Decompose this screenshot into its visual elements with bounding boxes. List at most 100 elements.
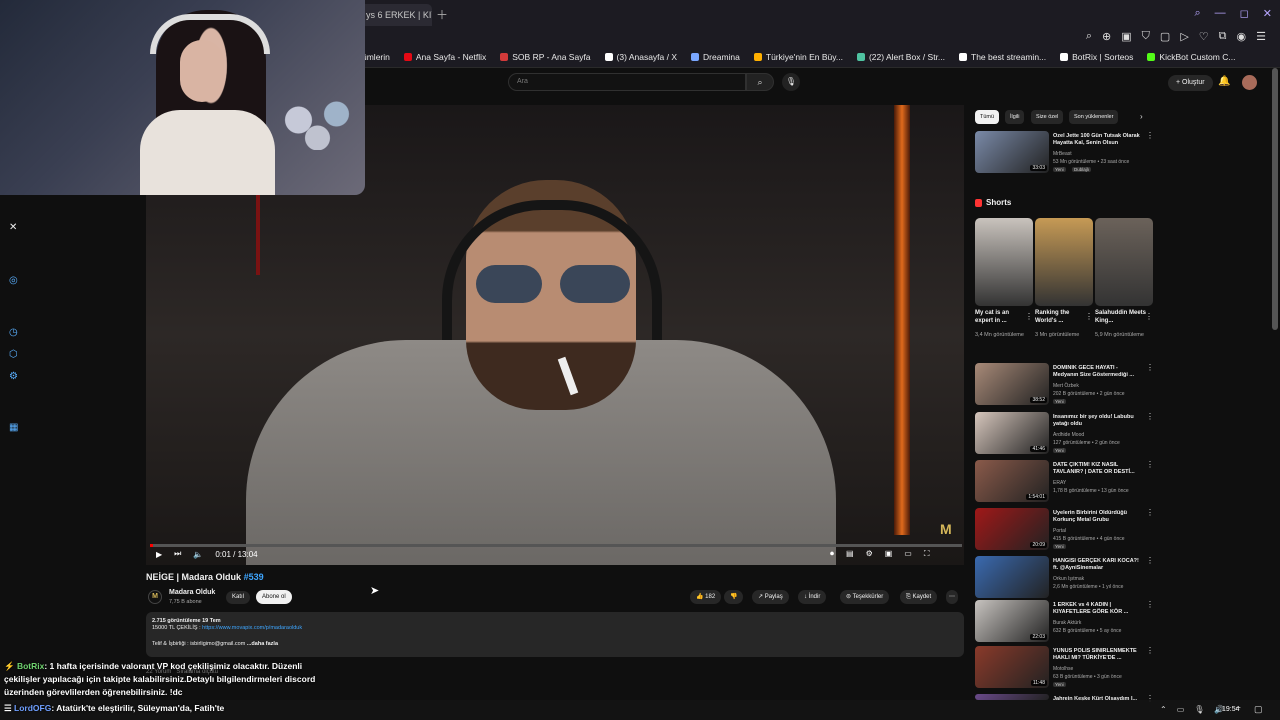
- x-icon[interactable]: ✕: [9, 222, 17, 233]
- more-vertical-icon[interactable]: ⋮: [1146, 460, 1154, 469]
- more-vertical-icon[interactable]: ⋮: [1146, 508, 1154, 517]
- browser-tab-active[interactable]: ys 6 ERKEK | KIY: [360, 4, 432, 26]
- show-more-link[interactable]: ...daha fazla: [247, 641, 278, 647]
- recommendation-channel[interactable]: ERAY: [1053, 480, 1066, 486]
- recommendation-channel[interactable]: Motolhse: [1053, 666, 1073, 672]
- play-icon[interactable]: ▷: [1180, 30, 1188, 43]
- profile-icon[interactable]: ◉: [1237, 30, 1247, 43]
- search-icon[interactable]: ⌕: [1194, 7, 1200, 20]
- video-thumbnail[interactable]: 1:54:01: [975, 460, 1049, 502]
- fullscreen-icon[interactable]: ⛶: [924, 549, 930, 559]
- microphone-icon[interactable]: 🎙: [1194, 705, 1204, 715]
- video-thumbnail[interactable]: 20:09: [975, 508, 1049, 550]
- theater-icon[interactable]: ▭: [904, 549, 912, 559]
- bell-icon[interactable]: 🔔: [1218, 76, 1230, 87]
- tab-icon[interactable]: ▣: [1121, 30, 1131, 43]
- video-progress-bar[interactable]: [150, 544, 962, 547]
- recommendation-channel[interactable]: MrBeast: [1053, 151, 1072, 157]
- more-actions-button[interactable]: ⋯: [946, 590, 958, 604]
- close-icon[interactable]: ✕: [1263, 7, 1272, 20]
- shield-icon[interactable]: ⛉: [1142, 30, 1150, 43]
- miniplayer-icon[interactable]: ▣: [885, 549, 893, 559]
- bookmark-item[interactable]: BotRix | Sorteos: [1060, 52, 1133, 62]
- target-icon[interactable]: ◎: [9, 275, 18, 286]
- bookmark-item[interactable]: The best streamin...: [959, 52, 1046, 62]
- more-vertical-icon[interactable]: ⋮: [1146, 600, 1154, 609]
- network-icon[interactable]: ▭: [1177, 705, 1185, 715]
- settings-icon[interactable]: ⚙: [866, 549, 873, 559]
- recommendation-title[interactable]: HANGİSİ GERÇEK KARI KOCA?! ft. @AyniSine…: [1053, 558, 1143, 572]
- video-thumbnail[interactable]: 38:52: [975, 363, 1049, 405]
- join-button[interactable]: Katıl: [226, 591, 251, 604]
- mic-button[interactable]: 🎙: [782, 73, 800, 91]
- more-vertical-icon[interactable]: ⋮: [1025, 312, 1033, 321]
- filter-chip[interactable]: Tümü: [975, 110, 1000, 124]
- subscribe-button[interactable]: Abone ol: [256, 590, 292, 604]
- bookmark-item[interactable]: KickBot Custom C...: [1147, 52, 1235, 62]
- more-vertical-icon[interactable]: ⋮: [1146, 646, 1154, 655]
- create-button[interactable]: + Oluştur: [1168, 75, 1213, 91]
- volume-icon[interactable]: 🔈: [193, 550, 203, 559]
- recommendation-title[interactable]: DATE ÇIKTIM! KIZ NASIL TAVLANIR? | DATE …: [1053, 462, 1143, 476]
- recommendation-title[interactable]: Üyelerin Birbirini Öldürdüğü Korkunç Met…: [1053, 510, 1143, 524]
- short-thumbnail[interactable]: [975, 218, 1033, 306]
- video-thumbnail[interactable]: 22:03: [975, 600, 1049, 642]
- bookmark-item[interactable]: (22) Alert Box / Str...: [856, 52, 945, 62]
- gear-icon[interactable]: ⚙: [9, 371, 18, 382]
- menu-icon[interactable]: ☰: [1256, 30, 1266, 43]
- recommendation-title[interactable]: İnsanımız bir şey oldu! Labubu yatağı ol…: [1053, 414, 1143, 428]
- chevron-right-icon[interactable]: ›: [1140, 112, 1143, 121]
- minimize-icon[interactable]: —: [1215, 7, 1226, 20]
- play-icon[interactable]: ▶: [156, 550, 162, 559]
- video-thumbnail[interactable]: 11:48: [975, 646, 1049, 688]
- dislike-button[interactable]: 👎: [724, 590, 744, 604]
- channel-name[interactable]: Madara Olduk: [169, 589, 215, 596]
- subtitles-icon[interactable]: ▤: [846, 549, 854, 559]
- zoom-icon[interactable]: ⌕: [1086, 30, 1092, 43]
- bookmark-item[interactable]: ümlerin: [362, 52, 390, 62]
- channel-avatar[interactable]: M: [148, 590, 162, 604]
- short-title[interactable]: My cat is an expert in ...: [975, 309, 1027, 325]
- bookmark-item[interactable]: (3) Anasayfa / X: [604, 52, 677, 62]
- filter-chip[interactable]: Son yüklenenler: [1069, 110, 1119, 124]
- search-button[interactable]: ⌕: [746, 73, 774, 91]
- bookmark-item[interactable]: Türkiye'nin En Büy...: [753, 52, 843, 62]
- short-thumbnail[interactable]: [1095, 218, 1153, 306]
- description-box[interactable]: 2.715 görüntüleme 19 Tem 15000 TL ÇEKİLİ…: [146, 612, 964, 657]
- giveaway-link[interactable]: https://www.movapix.com/p/madaraolduk: [202, 625, 302, 631]
- chevron-up-icon[interactable]: ⌃: [1160, 705, 1167, 715]
- bookmark-item[interactable]: Ana Sayfa - Netflix: [403, 52, 486, 62]
- recommendation-channel[interactable]: Orkun Işıtmak: [1053, 576, 1084, 582]
- recommendation-title[interactable]: Özel Jette 100 Gün Tutsak Olarak Hayatta…: [1053, 133, 1143, 147]
- bookmark-item[interactable]: SOB RP - Ana Sayfa: [500, 52, 591, 62]
- avatar[interactable]: [1242, 75, 1257, 90]
- share-button[interactable]: ↗ Paylaş: [752, 590, 789, 604]
- video-hashtag[interactable]: #539: [244, 572, 264, 582]
- download-button[interactable]: ↓ İndir: [798, 590, 827, 604]
- autoplay-toggle-icon[interactable]: ⏺: [830, 549, 834, 559]
- recommendation-channel[interactable]: Burak Aktürk: [1053, 620, 1081, 626]
- search-input[interactable]: Ara: [508, 73, 746, 91]
- short-thumbnail[interactable]: [1035, 218, 1093, 306]
- video-thumbnail[interactable]: 33:03: [975, 131, 1049, 173]
- clock-icon[interactable]: ◷: [9, 327, 18, 338]
- screenshot-icon[interactable]: ▢: [1160, 30, 1170, 43]
- recommendation-channel[interactable]: Portal: [1053, 528, 1066, 534]
- more-vertical-icon[interactable]: ⋮: [1145, 312, 1153, 321]
- more-vertical-icon[interactable]: ⋮: [1146, 363, 1154, 372]
- save-button[interactable]: ⎘ Kaydet: [900, 590, 938, 604]
- thanks-button[interactable]: ⊜ Teşekkürler: [840, 590, 890, 604]
- recommendation-title[interactable]: 1 ERKEK vs 4 KADIN | KIYAFETLERE GÖRE KÖ…: [1053, 602, 1143, 616]
- pin-icon[interactable]: ⊕: [1102, 30, 1111, 43]
- new-tab-plus-icon[interactable]: ＋: [436, 6, 448, 23]
- heart-icon[interactable]: ♡: [1199, 30, 1209, 43]
- scrollbar[interactable]: [1272, 68, 1278, 330]
- video-thumbnail[interactable]: [975, 556, 1049, 598]
- short-title[interactable]: Ranking the World's ...: [1035, 309, 1087, 325]
- recommendation-channel[interactable]: Ardhide Mood: [1053, 432, 1084, 438]
- filter-chip[interactable]: Size özel: [1031, 110, 1064, 124]
- filter-chip[interactable]: İlgili: [1005, 110, 1025, 124]
- recommendation-channel[interactable]: Mert Özbek: [1053, 383, 1079, 389]
- notification-icon[interactable]: ▢: [1254, 704, 1263, 715]
- more-vertical-icon[interactable]: ⋮: [1146, 556, 1154, 565]
